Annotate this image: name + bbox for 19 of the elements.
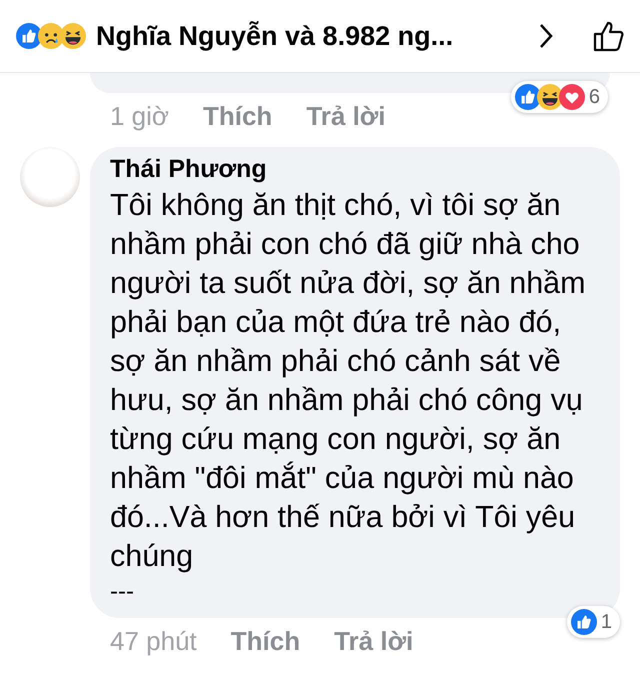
- laughing-face-icon: [536, 84, 563, 110]
- comment-footer-text: ---: [110, 578, 135, 606]
- like-link[interactable]: Thích: [202, 100, 272, 132]
- like-link[interactable]: Thích: [230, 626, 300, 656]
- thumbs-up-icon[interactable]: [592, 20, 626, 52]
- laughing-face-icon: [60, 23, 86, 49]
- reaction-summary[interactable]: 1: [566, 606, 620, 638]
- reply-link[interactable]: Trả lời: [306, 100, 386, 132]
- comment-time: 47 phút: [110, 626, 197, 656]
- thumbs-up-icon: [570, 609, 597, 635]
- comment-time: 1 giờ: [110, 100, 169, 132]
- thumbs-up-icon: [514, 84, 541, 110]
- crying-face-icon: [38, 23, 64, 49]
- reactors-title[interactable]: Nghĩa Nguyễn và 8.982 ng...: [96, 20, 530, 52]
- reaction-summary[interactable]: 6: [510, 81, 608, 113]
- comment-text: Tôi không ăn thịt chó, vì tôi sợ ăn nhầm phải con chó đã giữ nhà cho người ta suốt nửa đời, sợ ăn nhầm phải bạn của một đứa trẻ nào đó, sợ ăn nhầm phải chó cảnh sát về hưu, sợ ăn nhầm phải chó công vụ từng cứu mạng con người, sợ ăn nhầm "đôi mắt" của người mù nào đó...Và hơn thế nữa bởi vì Tôi yêu chúng: [110, 187, 587, 575]
- reply-link[interactable]: Trả lời: [334, 626, 414, 656]
- thumbs-up-icon: [16, 23, 42, 49]
- comment-author[interactable]: Thái Phương: [110, 155, 592, 184]
